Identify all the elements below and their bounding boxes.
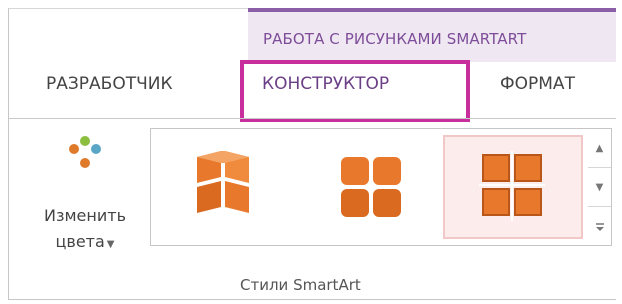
tab-design-highlight <box>240 60 470 122</box>
more-icon <box>595 222 604 231</box>
group-label-smartart-styles: Стили SmartArt <box>240 276 361 294</box>
gallery-scroll-down-button[interactable]: ▼ <box>588 168 611 207</box>
tab-format[interactable]: ФОРМАТ <box>500 74 575 94</box>
3d-matrix-icon <box>341 157 401 217</box>
smartart-style-1[interactable] <box>159 135 299 239</box>
palette-dot <box>69 144 79 154</box>
gallery-scrollbar: ▲ ▼ <box>588 128 612 246</box>
3d-matrix-icon <box>197 151 249 213</box>
gallery-more-button[interactable] <box>588 207 611 246</box>
gallery-scroll-up-button[interactable]: ▲ <box>588 129 611 168</box>
color-palette-icon <box>64 134 106 174</box>
smartart-styles-gallery <box>150 128 590 246</box>
smartart-style-3[interactable] <box>443 135 583 239</box>
change-colors-button[interactable]: Изменить цвета ▼ <box>26 126 144 266</box>
tab-developer[interactable]: РАЗРАБОТЧИК <box>46 74 173 94</box>
contextual-tab-group-label: РАБОТА С РИСУНКАМИ SMARTART <box>263 30 527 48</box>
palette-dot <box>91 144 101 154</box>
3d-matrix-icon <box>479 151 545 221</box>
change-colors-label-2: цвета ▼ <box>55 232 115 251</box>
palette-dot <box>80 136 90 146</box>
palette-dot <box>80 158 90 168</box>
smartart-style-2[interactable] <box>301 135 441 239</box>
change-colors-label: Изменить <box>44 206 126 225</box>
caret-down-icon: ▼ <box>106 239 115 250</box>
tab-strip-divider <box>8 118 616 119</box>
